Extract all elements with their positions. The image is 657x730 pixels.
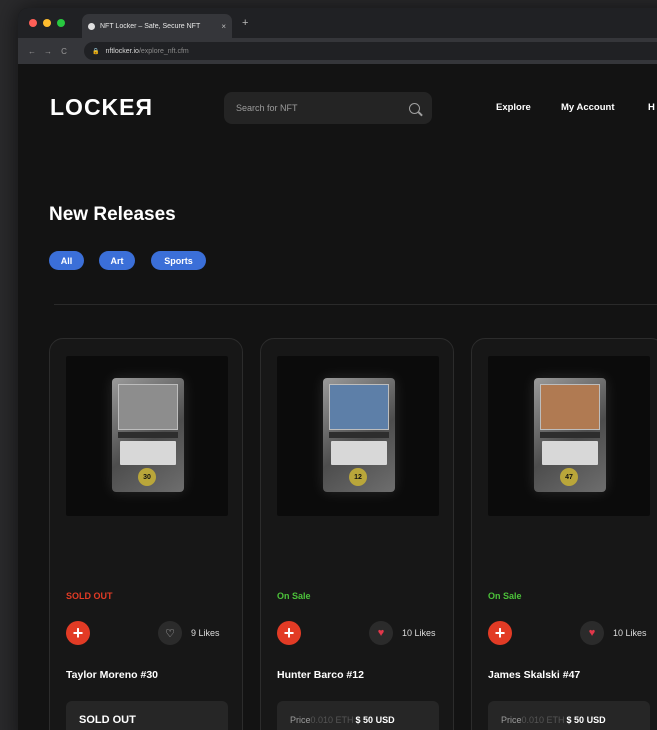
nft-name[interactable]: Taylor Moreno #30 bbox=[66, 669, 158, 681]
url-host: nftlocker.io bbox=[105, 47, 139, 55]
search-placeholder: Search for NFT bbox=[236, 103, 298, 113]
status-label: SOLD OUT bbox=[66, 591, 113, 601]
player-photo bbox=[540, 384, 600, 430]
sold-out-box: SOLD OUT bbox=[66, 701, 228, 730]
jersey-number-badge: 47 bbox=[560, 468, 578, 486]
signature-panel bbox=[331, 441, 387, 465]
search-field[interactable]: Search for NFT bbox=[224, 92, 432, 124]
nft-card[interactable]: 12 On Sale + ♥ 10 Likes Hunter Barco #12… bbox=[260, 338, 454, 730]
heart-icon[interactable]: ♥ bbox=[369, 621, 393, 645]
add-button[interactable]: + bbox=[488, 621, 512, 645]
price-box[interactable]: Price 0.010 ETH $ 50 USD bbox=[277, 701, 439, 730]
price-label: Price bbox=[290, 715, 311, 725]
price-eth: 0.010 ETH bbox=[521, 715, 565, 725]
status-label: On Sale bbox=[488, 591, 522, 601]
signature-panel bbox=[542, 441, 598, 465]
nft-image[interactable]: 12 bbox=[277, 356, 439, 516]
heart-glyph: ♥ bbox=[377, 627, 385, 639]
trading-card-image: 47 bbox=[534, 378, 606, 492]
tab-bar: NFT Locker – Safe, Secure NFT × + bbox=[18, 8, 657, 38]
maximize-window-button[interactable] bbox=[57, 19, 65, 27]
browser-tab[interactable]: NFT Locker – Safe, Secure NFT × bbox=[82, 14, 232, 38]
page: LOCKEЯ Search for NFT Explore My Account… bbox=[18, 64, 657, 730]
url-field[interactable]: 🔒 nftlocker.io/explore_nft.cfm bbox=[84, 42, 657, 60]
favicon-icon bbox=[88, 22, 95, 30]
nft-image[interactable]: 47 bbox=[488, 356, 650, 516]
site-logo[interactable]: LOCKEЯ bbox=[50, 94, 153, 121]
likes-count: 10 Likes bbox=[402, 628, 436, 638]
price-box[interactable]: Price 0.010 ETH $ 50 USD bbox=[488, 701, 650, 730]
search-icon[interactable] bbox=[409, 102, 420, 114]
trading-card-image: 30 bbox=[112, 378, 184, 492]
minimize-window-button[interactable] bbox=[43, 19, 51, 27]
likes-count: 10 Likes bbox=[613, 628, 647, 638]
nav-more[interactable]: H bbox=[648, 102, 655, 113]
nft-card[interactable]: 30 SOLD OUT + ♡ 9 Likes Taylor Moreno #3… bbox=[49, 338, 243, 730]
page-title: New Releases bbox=[49, 204, 176, 225]
heart-glyph: ♡ bbox=[165, 627, 175, 640]
price-label: Price bbox=[501, 715, 522, 725]
new-tab-button[interactable]: + bbox=[242, 17, 248, 29]
jersey-number-badge: 12 bbox=[349, 468, 367, 486]
sold-out-label: SOLD OUT bbox=[79, 714, 136, 726]
lock-icon: 🔒 bbox=[92, 48, 100, 55]
nft-card[interactable]: 47 On Sale + ♥ 10 Likes James Skalski #4… bbox=[471, 338, 657, 730]
nav-explore[interactable]: Explore bbox=[496, 102, 531, 113]
heart-icon[interactable]: ♡ bbox=[158, 621, 182, 645]
price-eth: 0.010 ETH bbox=[310, 715, 354, 725]
jersey-number-badge: 30 bbox=[138, 468, 156, 486]
nft-name[interactable]: James Skalski #47 bbox=[488, 669, 580, 681]
card-band bbox=[118, 432, 178, 438]
nft-image[interactable]: 30 bbox=[66, 356, 228, 516]
url-path: /explore_nft.cfm bbox=[138, 47, 189, 55]
filter-art[interactable]: Art bbox=[99, 251, 135, 270]
add-button[interactable]: + bbox=[66, 621, 90, 645]
status-label: On Sale bbox=[277, 591, 311, 601]
card-band bbox=[329, 432, 389, 438]
divider bbox=[54, 304, 657, 305]
heart-icon[interactable]: ♥ bbox=[580, 621, 604, 645]
filter-sports[interactable]: Sports bbox=[151, 251, 206, 270]
player-photo bbox=[329, 384, 389, 430]
back-button[interactable]: ← bbox=[24, 47, 40, 56]
tab-title: NFT Locker – Safe, Secure NFT bbox=[100, 22, 201, 30]
browser-window: NFT Locker – Safe, Secure NFT × + ← → C … bbox=[18, 8, 657, 730]
address-bar: ← → C 🔒 nftlocker.io/explore_nft.cfm bbox=[18, 38, 657, 64]
price-usd: $ 50 USD bbox=[566, 715, 606, 725]
forward-button[interactable]: → bbox=[40, 47, 56, 56]
trading-card-image: 12 bbox=[323, 378, 395, 492]
add-button[interactable]: + bbox=[277, 621, 301, 645]
card-band bbox=[540, 432, 600, 438]
nft-name[interactable]: Hunter Barco #12 bbox=[277, 669, 364, 681]
filter-all[interactable]: All bbox=[49, 251, 84, 270]
signature-panel bbox=[120, 441, 176, 465]
price-usd: $ 50 USD bbox=[355, 715, 395, 725]
tab-close-icon[interactable]: × bbox=[221, 22, 226, 31]
close-window-button[interactable] bbox=[29, 19, 37, 27]
player-photo bbox=[118, 384, 178, 430]
nav-my-account[interactable]: My Account bbox=[561, 102, 614, 113]
reload-button[interactable]: C bbox=[56, 47, 72, 56]
likes-count: 9 Likes bbox=[191, 628, 220, 638]
heart-glyph: ♥ bbox=[588, 627, 596, 639]
